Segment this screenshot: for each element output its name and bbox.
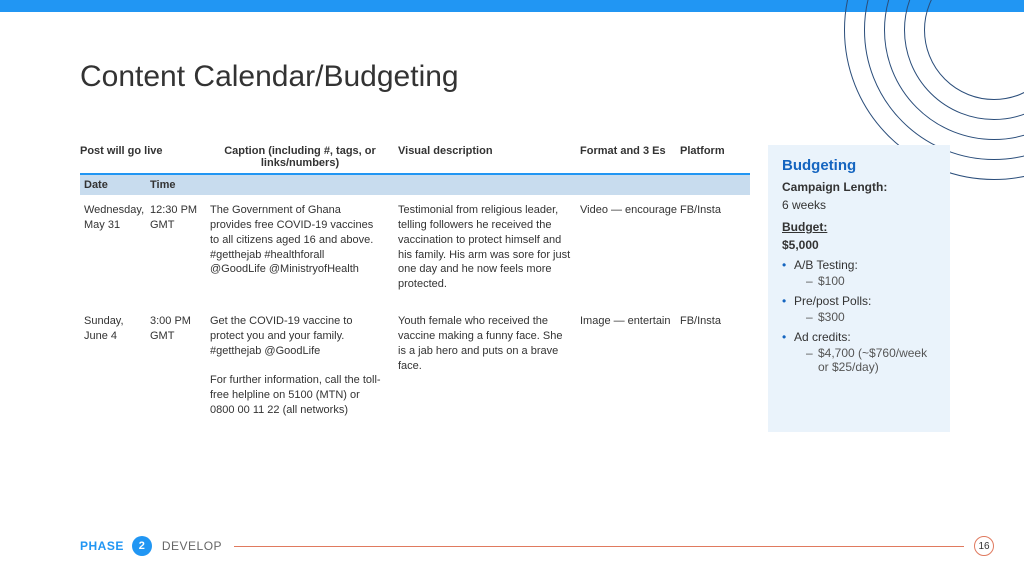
phase-label: PHASE xyxy=(80,539,124,553)
col-date: Date xyxy=(80,179,150,191)
cell-time: 3:00 PM GMT xyxy=(150,314,210,418)
budget-value: $5,000 xyxy=(782,238,936,252)
cell-date: Wednesday, May 31 xyxy=(80,203,150,292)
budget-item-amount: $4,700 (~$760/week or $25/day) xyxy=(794,346,936,374)
cell-platform: FB/Insta xyxy=(680,314,750,418)
page-title: Content Calendar/Budgeting xyxy=(80,60,459,94)
table-header-row-2: Date Time xyxy=(80,175,750,195)
budget-label: Budget: xyxy=(782,220,936,234)
campaign-length-value: 6 weeks xyxy=(782,198,936,212)
cell-format: Image — entertain xyxy=(580,314,680,418)
content-calendar-table: Post will go live Caption (including #, … xyxy=(80,145,750,432)
col-post-live: Post will go live xyxy=(80,145,210,169)
cell-time: 12:30 PM GMT xyxy=(150,203,210,292)
phase-name: DEVELOP xyxy=(162,539,222,553)
budget-items: A/B Testing: $100 Pre/post Polls: $300 A… xyxy=(782,258,936,374)
slide-footer: PHASE 2 DEVELOP 16 xyxy=(80,536,994,556)
col-caption: Caption (including #, tags, or links/num… xyxy=(210,145,390,169)
footer-divider xyxy=(234,546,964,547)
cell-visual: Youth female who received the vaccine ma… xyxy=(390,314,580,418)
table-row: Sunday, June 4 3:00 PM GMT Get the COVID… xyxy=(80,306,750,432)
col-time: Time xyxy=(150,179,210,191)
budget-item: A/B Testing: $100 xyxy=(782,258,936,288)
cell-platform: FB/Insta xyxy=(680,203,750,292)
table-row: Wednesday, May 31 12:30 PM GMT The Gover… xyxy=(80,195,750,306)
cell-visual: Testimonial from religious leader, telli… xyxy=(390,203,580,292)
phase-number-badge: 2 xyxy=(132,536,152,556)
col-visual: Visual description xyxy=(390,145,580,169)
budget-item: Pre/post Polls: $300 xyxy=(782,294,936,324)
campaign-length-label: Campaign Length: xyxy=(782,180,936,194)
col-platform: Platform xyxy=(680,145,750,169)
budget-item-name: Pre/post Polls: xyxy=(794,294,871,308)
table-header-row-1: Post will go live Caption (including #, … xyxy=(80,145,750,175)
col-format: Format and 3 Es xyxy=(580,145,680,169)
budgeting-box: Budgeting Campaign Length: 6 weeks Budge… xyxy=(768,145,950,432)
budget-item-name: Ad credits: xyxy=(794,330,851,344)
cell-date: Sunday, June 4 xyxy=(80,314,150,418)
main-content: Post will go live Caption (including #, … xyxy=(80,145,950,432)
budgeting-title: Budgeting xyxy=(782,157,936,174)
budget-item-name: A/B Testing: xyxy=(794,258,858,272)
budget-item-amount: $100 xyxy=(794,274,936,288)
budget-item-amount: $300 xyxy=(794,310,936,324)
page-number: 16 xyxy=(974,536,994,556)
cell-format: Video — encourage xyxy=(580,203,680,292)
cell-caption: The Government of Ghana provides free CO… xyxy=(210,203,390,292)
budget-item: Ad credits: $4,700 (~$760/week or $25/da… xyxy=(782,330,936,374)
cell-caption: Get the COVID-19 vaccine to protect you … xyxy=(210,314,390,418)
